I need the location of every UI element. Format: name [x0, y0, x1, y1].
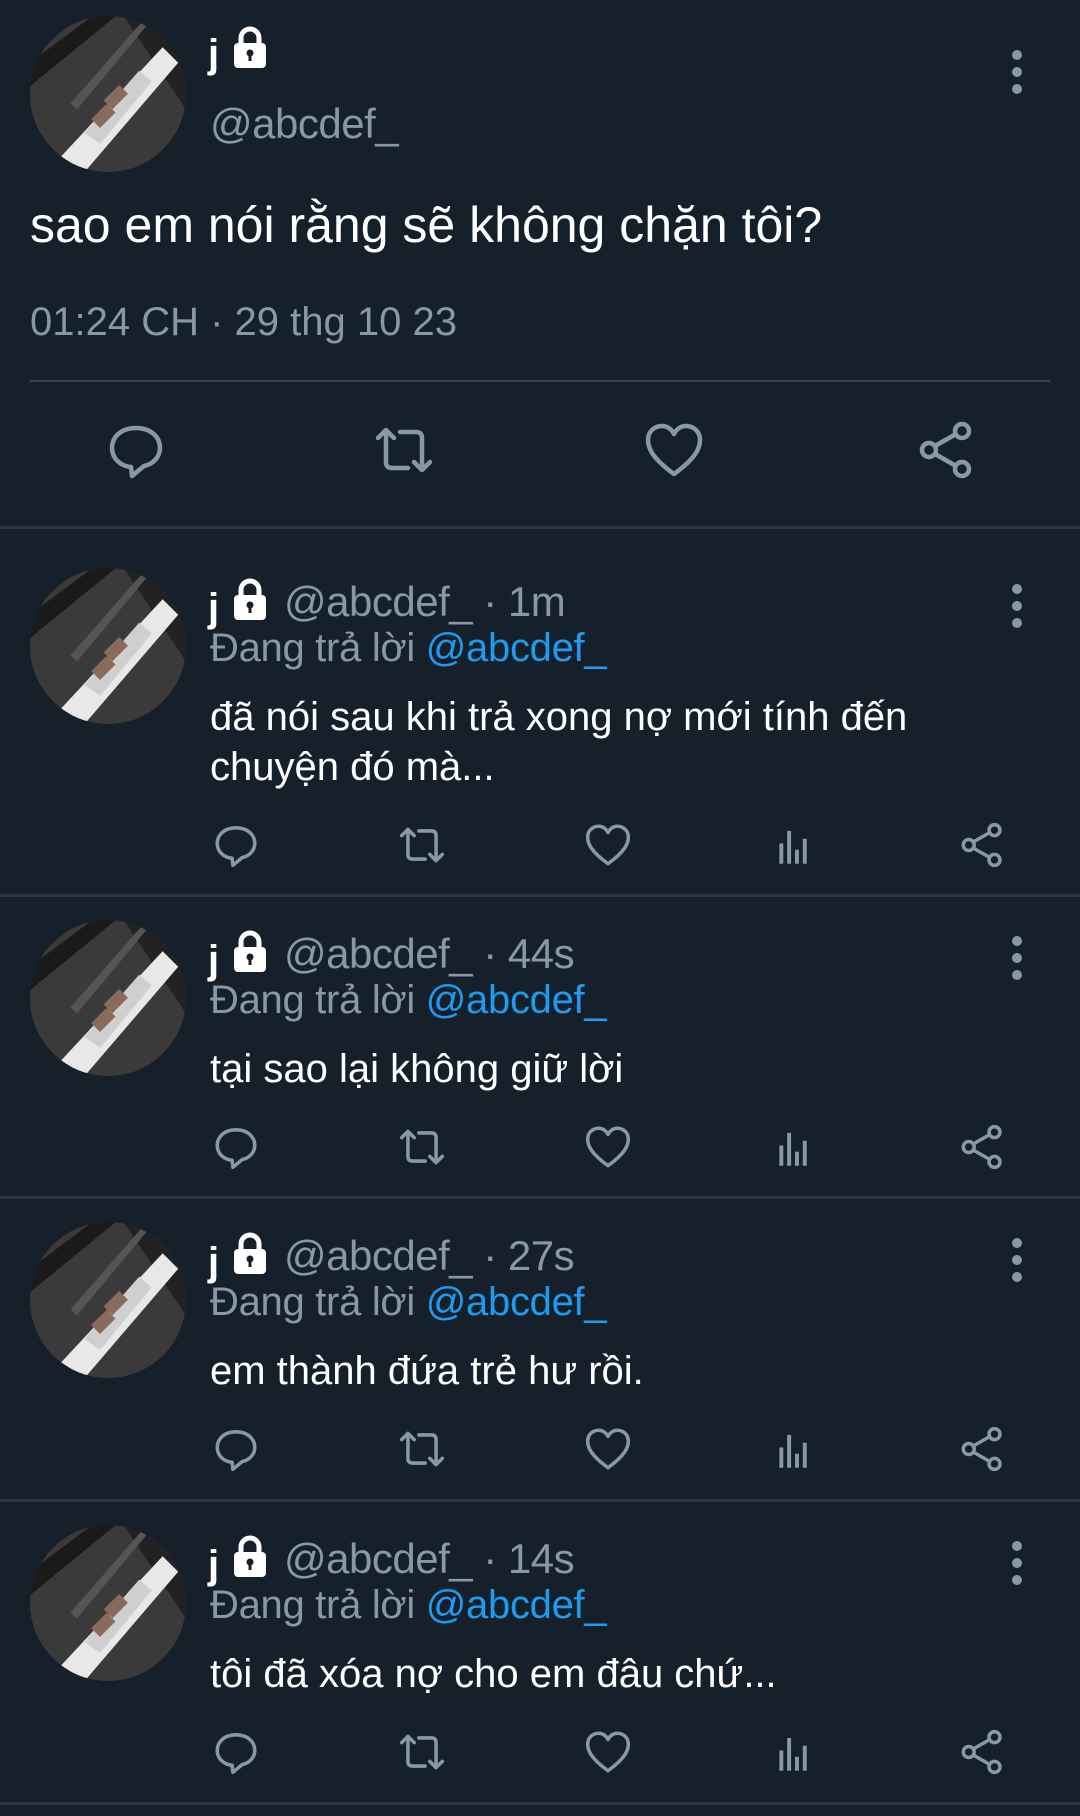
retweet-icon[interactable] [397, 1424, 447, 1474]
retweet-icon[interactable] [397, 820, 447, 870]
reply-icon[interactable] [211, 820, 261, 870]
handle[interactable]: @abcdef_ [210, 100, 399, 148]
reply-icon[interactable] [211, 1727, 261, 1777]
like-icon[interactable] [583, 820, 633, 870]
display-name[interactable]: j [208, 32, 219, 77]
share-icon[interactable] [957, 1122, 1007, 1172]
reply-icon[interactable] [211, 1122, 261, 1172]
retweet-icon[interactable] [397, 1727, 447, 1777]
more-icon[interactable] [998, 42, 1038, 102]
replying-to: Đang trả lời @abcdef_ [210, 1280, 607, 1325]
handle-time[interactable]: @abcdef_ · 44s [284, 930, 575, 978]
reply-text: đã nói sau khi trả xong nợ mới tính đến … [210, 695, 908, 789]
reply-tweet[interactable]: j @abcdef_ · 14s Đang trả lời @abcdef_ t… [0, 1505, 1080, 1805]
mention-link[interactable]: @abcdef_ [426, 626, 607, 670]
lock-icon [234, 930, 266, 972]
like-icon[interactable] [583, 1727, 633, 1777]
handle-time[interactable]: @abcdef_ · 1m [284, 578, 566, 626]
reply-text: tại sao lại không giữ lời [210, 1047, 624, 1091]
reply-tweet[interactable]: j @abcdef_ · 27s Đang trả lời @abcdef_ e… [0, 1202, 1080, 1502]
analytics-icon[interactable] [770, 1424, 820, 1474]
lock-icon [234, 1232, 266, 1274]
replying-to: Đang trả lời @abcdef_ [210, 1583, 607, 1628]
display-name[interactable]: j [208, 1543, 219, 1588]
share-icon[interactable] [957, 1424, 1007, 1474]
display-name[interactable]: j [208, 1240, 219, 1285]
replying-to: Đang trả lời @abcdef_ [210, 626, 607, 671]
divider [0, 526, 1080, 529]
retweet-icon[interactable] [372, 418, 436, 482]
reply-icon[interactable] [211, 1424, 261, 1474]
reply-icon[interactable] [104, 418, 168, 482]
avatar-image [30, 568, 186, 724]
reply-tweet[interactable]: j @abcdef_ · 44s Đang trả lời @abcdef_ t… [0, 900, 1080, 1200]
mention-link[interactable]: @abcdef_ [426, 1280, 607, 1324]
main-tweet: j @abcdef_ sao em nói rằng sẽ không chặn… [0, 0, 1080, 528]
lock-icon [234, 26, 266, 68]
replying-label: Đang trả lời [210, 978, 426, 1022]
avatar[interactable] [30, 1222, 186, 1378]
avatar-image [30, 16, 186, 172]
share-icon[interactable] [914, 418, 978, 482]
divider [0, 894, 1080, 897]
display-name[interactable]: j [208, 586, 219, 631]
handle-time[interactable]: @abcdef_ · 14s [284, 1535, 575, 1583]
share-icon[interactable] [957, 820, 1007, 870]
more-icon[interactable] [998, 1533, 1038, 1593]
divider [0, 1802, 1080, 1805]
tweet-timestamp[interactable]: 01:24 CH · 29 thg 10 23 [30, 300, 457, 345]
retweet-icon[interactable] [397, 1122, 447, 1172]
like-icon[interactable] [583, 1122, 633, 1172]
display-name[interactable]: j [208, 938, 219, 983]
avatar[interactable] [30, 568, 186, 724]
like-icon[interactable] [583, 1424, 633, 1474]
divider [0, 1196, 1080, 1199]
mention-link[interactable]: @abcdef_ [426, 978, 607, 1022]
avatar-image [30, 1222, 186, 1378]
mention-link[interactable]: @abcdef_ [426, 1583, 607, 1627]
lock-icon [234, 1535, 266, 1577]
analytics-icon[interactable] [770, 820, 820, 870]
tweet-actions [0, 1727, 1080, 1783]
analytics-icon[interactable] [770, 1727, 820, 1777]
thread-view: j @abcdef_ sao em nói rằng sẽ không chặn… [0, 0, 1080, 1816]
avatar[interactable] [30, 16, 186, 172]
divider [30, 380, 1050, 382]
handle-time[interactable]: @abcdef_ · 27s [284, 1232, 575, 1280]
replying-to: Đang trả lời @abcdef_ [210, 978, 607, 1023]
tweet-actions [0, 1122, 1080, 1178]
more-icon[interactable] [998, 1230, 1038, 1290]
reply-text: tôi đã xóa nợ cho em đâu chứ... [210, 1652, 777, 1696]
replying-label: Đang trả lời [210, 1583, 426, 1627]
tweet-text: sao em nói rằng sẽ không chặn tôi? [30, 197, 823, 253]
tweet-actions [0, 820, 1080, 876]
lock-icon [234, 578, 266, 620]
avatar[interactable] [30, 1525, 186, 1681]
like-icon[interactable] [642, 418, 706, 482]
more-icon[interactable] [998, 576, 1038, 636]
share-icon[interactable] [957, 1727, 1007, 1777]
analytics-icon[interactable] [770, 1122, 820, 1172]
reply-tweet[interactable]: j @abcdef_ · 1m Đang trả lời @abcdef_ đã… [0, 548, 1080, 868]
divider [0, 1499, 1080, 1502]
avatar-image [30, 1525, 186, 1681]
more-icon[interactable] [998, 928, 1038, 988]
tweet-actions [0, 1424, 1080, 1480]
reply-text: em thành đứa trẻ hư rồi. [210, 1349, 644, 1393]
replying-label: Đang trả lời [210, 1280, 426, 1324]
tweet-actions [0, 418, 1080, 498]
avatar[interactable] [30, 920, 186, 1076]
avatar-image [30, 920, 186, 1076]
replying-label: Đang trả lời [210, 626, 426, 670]
